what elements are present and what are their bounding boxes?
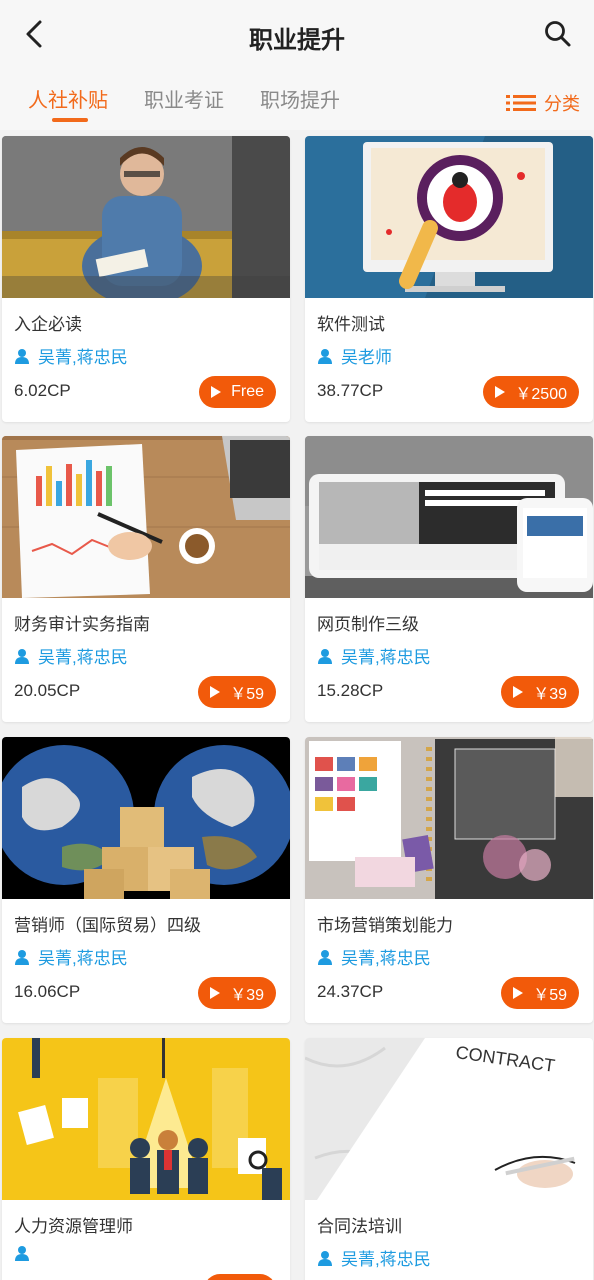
teacher-name: 吴菁,蒋忠民 xyxy=(38,648,128,667)
course-card[interactable]: 人力资源管理师 xyxy=(2,1038,290,1280)
play-icon xyxy=(513,987,524,999)
course-points: 38.77CP xyxy=(317,381,384,400)
price-label: ￥2500 xyxy=(515,386,567,403)
course-title: 网页制作三级 xyxy=(317,615,419,634)
person-icon xyxy=(318,1250,332,1266)
teacher-info xyxy=(14,1245,38,1261)
price-button[interactable] xyxy=(204,1274,276,1280)
course-card[interactable]: CONTRACT 合同法培训 吴菁,蒋忠民 xyxy=(305,1038,593,1280)
teacher-name: 吴菁,蒋忠民 xyxy=(38,949,128,968)
tab-certification[interactable]: 职业考证 xyxy=(144,84,224,113)
play-icon xyxy=(210,987,221,999)
search-icon xyxy=(545,21,571,47)
play-icon xyxy=(513,686,524,698)
teacher-info: 吴老师 xyxy=(317,343,392,368)
teacher-info: 吴菁,蒋忠民 xyxy=(14,944,128,969)
course-points: 15.28CP xyxy=(317,681,384,700)
search-button[interactable] xyxy=(538,14,578,54)
teacher-info: 吴菁,蒋忠民 xyxy=(14,643,128,668)
header-bar: 职业提升 xyxy=(0,0,594,72)
teacher-name: 吴菁,蒋忠民 xyxy=(341,949,431,968)
price-button[interactable]: Free xyxy=(199,376,276,408)
price-label: ￥39 xyxy=(230,987,264,1004)
course-card[interactable]: 入企必读 吴菁,蒋忠民 6.02CP Free xyxy=(2,136,290,422)
tab-career[interactable]: 职场提升 xyxy=(260,84,340,113)
person-icon xyxy=(15,1246,29,1261)
teacher-name: 吴菁,蒋忠民 xyxy=(341,648,431,667)
page-title: 职业提升 xyxy=(249,27,345,54)
play-icon xyxy=(495,386,506,398)
person-icon xyxy=(15,648,29,664)
course-card[interactable]: 网页制作三级 吴菁,蒋忠民 15.28CP ￥39 xyxy=(305,436,593,722)
course-title: 人力资源管理师 xyxy=(14,1217,133,1236)
course-card[interactable]: 财务审计实务指南 吴菁,蒋忠民 20.05CP ￥59 xyxy=(2,436,290,722)
course-title: 营销师（国际贸易）四级 xyxy=(14,916,201,935)
play-icon xyxy=(211,386,222,398)
course-card[interactable]: 软件测试 吴老师 38.77CP ￥2500 xyxy=(305,136,593,422)
course-points: 16.06CP xyxy=(14,982,81,1001)
course-title: 市场营销策划能力 xyxy=(317,916,453,935)
course-thumbnail-devices xyxy=(305,436,593,598)
course-card[interactable]: 营销师（国际贸易）四级 吴菁,蒋忠民 16.06CP ￥39 xyxy=(2,737,290,1023)
person-icon xyxy=(318,648,332,664)
teacher-name: 吴老师 xyxy=(341,348,392,367)
price-label: Free xyxy=(231,383,264,400)
teacher-info: 吴菁,蒋忠民 xyxy=(14,343,128,368)
course-points: 6.02CP xyxy=(14,381,71,400)
price-button[interactable]: ￥39 xyxy=(198,977,276,1009)
teacher-name: 吴菁,蒋忠民 xyxy=(38,348,128,367)
course-thumbnail-bug-magnifier xyxy=(305,136,593,298)
course-thumbnail-contract: CONTRACT xyxy=(305,1038,593,1200)
teacher-info: 吴菁,蒋忠民 xyxy=(317,944,431,969)
active-tab-indicator xyxy=(52,118,88,122)
person-icon xyxy=(318,348,332,364)
teacher-info: 吴菁,蒋忠民 xyxy=(317,1245,431,1270)
course-card[interactable]: 市场营销策划能力 吴菁,蒋忠民 24.37CP ￥59 xyxy=(305,737,593,1023)
teacher-name: 吴菁,蒋忠民 xyxy=(341,1250,431,1269)
price-button[interactable]: ￥39 xyxy=(501,676,579,708)
course-thumbnail-globes-boxes xyxy=(2,737,290,899)
category-label: 分类 xyxy=(544,94,580,114)
person-icon xyxy=(15,949,29,965)
course-thumbnail-reading-man xyxy=(2,136,290,298)
list-icon xyxy=(506,95,536,111)
course-thumbnail-planner xyxy=(305,737,593,899)
person-icon xyxy=(318,949,332,965)
price-button[interactable]: ￥59 xyxy=(198,676,276,708)
price-button[interactable]: ￥2500 xyxy=(483,376,579,408)
teacher-info: 吴菁,蒋忠民 xyxy=(317,643,431,668)
course-points: 20.05CP xyxy=(14,681,81,700)
category-button[interactable]: 分类 xyxy=(506,90,580,116)
price-button[interactable]: ￥59 xyxy=(501,977,579,1009)
course-title: 财务审计实务指南 xyxy=(14,615,150,634)
course-title: 软件测试 xyxy=(317,315,385,334)
tab-bar: 人社补贴 职业考证 职场提升 分类 xyxy=(0,72,594,130)
price-label: ￥39 xyxy=(533,686,567,703)
course-points: 24.37CP xyxy=(317,982,384,1001)
course-thumbnail-charts-desk xyxy=(2,436,290,598)
price-label: ￥59 xyxy=(230,686,264,703)
course-title: 合同法培训 xyxy=(317,1217,402,1236)
course-thumbnail-hr-illustration xyxy=(2,1038,290,1200)
course-title: 入企必读 xyxy=(14,315,82,334)
play-icon xyxy=(210,686,221,698)
person-icon xyxy=(15,348,29,364)
price-label: ￥59 xyxy=(533,987,567,1004)
tab-subsidy[interactable]: 人社补贴 xyxy=(28,84,108,113)
